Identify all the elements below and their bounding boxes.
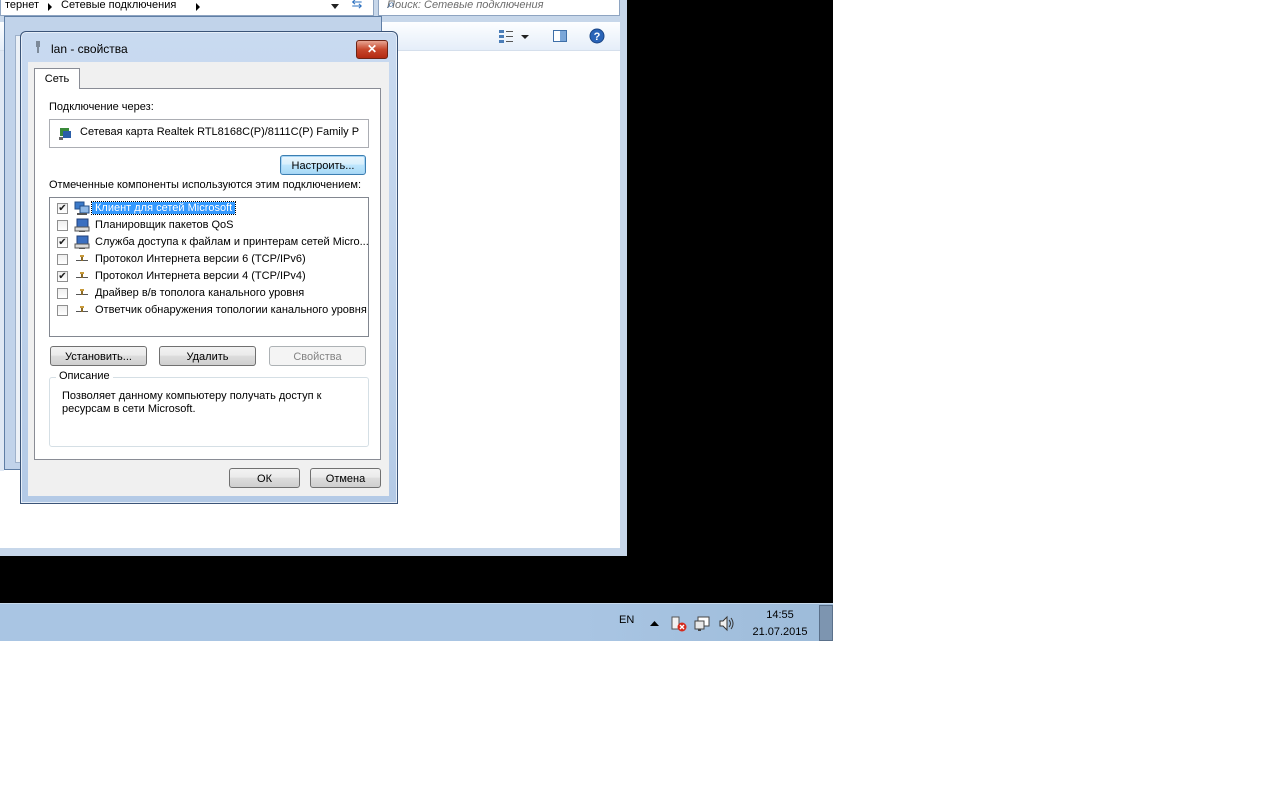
connect-using-label: Подключение через: [49,101,154,113]
service-icon [74,235,90,249]
preview-pane-icon[interactable] [552,28,568,44]
desktop-screen: тернет Сетевые подключения ⇆ Поиск: Сете… [0,0,833,641]
dialog-body: Сеть Подключение через: Сетевая карта Re… [28,62,389,496]
component-checkbox[interactable] [57,254,68,265]
component-checkbox[interactable] [57,305,68,316]
component-label[interactable]: Протокол Интернета версии 6 (TCP/IPv6) [92,253,309,265]
address-dropdown-icon[interactable] [331,4,339,9]
tab-network[interactable]: Сеть [34,68,80,89]
svg-text:?: ? [594,31,601,43]
protocol-icon [76,255,88,261]
dialog-title: lan - свойства [51,42,128,56]
component-checkbox[interactable]: ✔ [57,271,68,282]
list-item[interactable]: ✔ Протокол Интернета версии 4 (TCP/IPv4) [50,268,368,285]
refresh-icon[interactable]: ⇆ [346,0,368,14]
lan-properties-dialog: lan - свойства ✕ Сеть Подключение через:… [20,31,398,504]
breadcrumb-separator-icon[interactable] [48,3,52,11]
clock-time[interactable]: 14:55 [752,609,808,621]
components-list[interactable]: ✔ Клиент для сетей Microsoft Планировщик п… [49,197,369,337]
network-tray-icon[interactable] [694,615,711,632]
breadcrumb-separator-icon[interactable] [196,3,200,11]
protocol-icon [76,306,88,312]
component-label[interactable]: Ответчик обнаружения топологии канальног… [92,304,368,316]
protocol-icon [76,272,88,278]
description-group: Описание Позволяет данному компьютеру по… [49,370,369,447]
tab-panel-network: Подключение через: Сетевая карта Realtek… [34,88,381,460]
close-button[interactable]: ✕ [356,40,388,59]
configure-button[interactable]: Настроить... [280,155,366,175]
show-hidden-icons-icon[interactable] [650,620,659,628]
install-button[interactable]: Установить... [50,346,147,366]
action-center-icon[interactable] [670,615,687,632]
clock-date[interactable]: 21.07.2015 [752,626,808,638]
list-item[interactable]: Протокол Интернета версии 6 (TCP/IPv6) [50,251,368,268]
component-checkbox[interactable] [57,288,68,299]
component-label[interactable]: Планировщик пакетов QoS [92,219,237,231]
component-label[interactable]: Драйвер в/в тополога канального уровня [92,287,307,299]
component-checkbox[interactable] [57,220,68,231]
component-label[interactable]: Клиент для сетей Microsoft [90,201,237,215]
network-client-icon [74,201,90,215]
adapter-name: Сетевая карта Realtek RTL8168C(P)/8111C(… [80,126,360,138]
component-label[interactable]: Протокол Интернета версии 4 (TCP/IPv4) [92,270,309,282]
network-adapter-icon [36,41,40,53]
breadcrumb-internet[interactable]: тернет [5,0,39,11]
adapter-field: Сетевая карта Realtek RTL8168C(P)/8111C(… [49,119,369,148]
list-item[interactable]: ✔ Служба доступа к файлам и принтерам сет… [50,234,368,251]
list-item[interactable]: Планировщик пакетов QoS [50,217,368,234]
volume-icon[interactable] [718,615,735,632]
view-dropdown-icon[interactable] [520,28,530,44]
components-label: Отмеченные компоненты используются этим … [49,179,362,191]
breadcrumb-network-connections[interactable]: Сетевые подключения [61,0,176,11]
ok-button[interactable]: ОК [229,468,300,488]
network-card-icon [59,128,71,140]
search-icon[interactable]: ⌕ [387,0,613,12]
component-label[interactable]: Служба доступа к файлам и принтерам сете… [92,236,368,248]
list-item[interactable]: Ответчик обнаружения топологии канальног… [50,302,368,319]
component-checkbox[interactable]: ✔ [57,203,68,214]
taskbar: EN 14:55 21.07.2015 [0,603,833,641]
component-checkbox[interactable]: ✔ [57,237,68,248]
cancel-button[interactable]: Отмена [310,468,381,488]
list-item[interactable]: Драйвер в/в тополога канального уровня [50,285,368,302]
language-indicator[interactable]: EN [619,614,634,626]
change-view-icon[interactable] [498,28,514,44]
list-item[interactable]: ✔ Клиент для сетей Microsoft [50,200,368,217]
show-desktop-button[interactable] [819,605,833,641]
description-text: Позволяет данному компьютеру получать до… [62,390,322,415]
uninstall-button[interactable]: Удалить [159,346,256,366]
properties-button[interactable]: Свойства [269,346,366,366]
service-icon [74,218,90,232]
close-icon: ✕ [366,42,378,56]
description-legend: Описание [56,370,113,382]
help-icon[interactable]: ? [589,28,605,44]
search-input[interactable]: Поиск: Сетевые подключения ⌕ [378,0,620,16]
protocol-icon [76,289,88,295]
address-bar[interactable]: тернет Сетевые подключения [0,0,374,16]
